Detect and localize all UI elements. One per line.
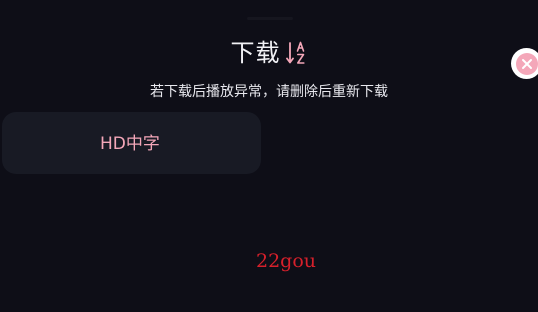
page-title: 下载 (230, 39, 281, 67)
download-hint: 若下载后播放异常，请删除后重新下载 (150, 84, 388, 100)
sort-az-icon (285, 41, 305, 64)
close-icon (515, 52, 538, 75)
quality-option-hd[interactable]: HD中字 (2, 112, 261, 174)
download-sheet: 下载 若下载后播放异常，请删除后重新下载 HD中字 22gou (0, 0, 538, 312)
sort-az-button[interactable] (285, 40, 308, 66)
sheet-drag-handle[interactable] (247, 17, 293, 20)
watermark: 22gou (256, 250, 317, 272)
close-button[interactable] (511, 48, 538, 79)
header: 下载 (0, 36, 538, 70)
quality-option-label: HD中字 (100, 134, 160, 154)
